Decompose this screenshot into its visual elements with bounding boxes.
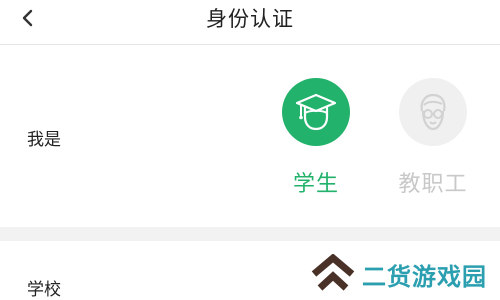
staff-label: 教职工 <box>398 172 468 197</box>
identity-row: 我是 学生 教职工 <box>0 45 500 227</box>
option-staff[interactable]: 教职工 <box>388 78 478 198</box>
option-student[interactable]: 学生 <box>271 78 361 198</box>
student-label: 学生 <box>292 172 339 197</box>
section-divider <box>0 227 500 241</box>
nav-header: 身份认证 <box>0 0 500 45</box>
watermark-text: 二货游戏园 <box>362 262 487 291</box>
graduation-cap-icon <box>295 93 337 131</box>
school-label: 学校 <box>27 280 61 300</box>
watermark-logo-icon <box>311 254 355 291</box>
student-icon-circle <box>282 78 350 146</box>
teacher-avatar-icon <box>420 93 446 131</box>
watermark: 二货游戏园 <box>310 254 487 294</box>
page-title: 身份认证 <box>206 7 294 31</box>
identity-label: 我是 <box>27 130 61 150</box>
staff-icon-circle <box>399 78 467 146</box>
